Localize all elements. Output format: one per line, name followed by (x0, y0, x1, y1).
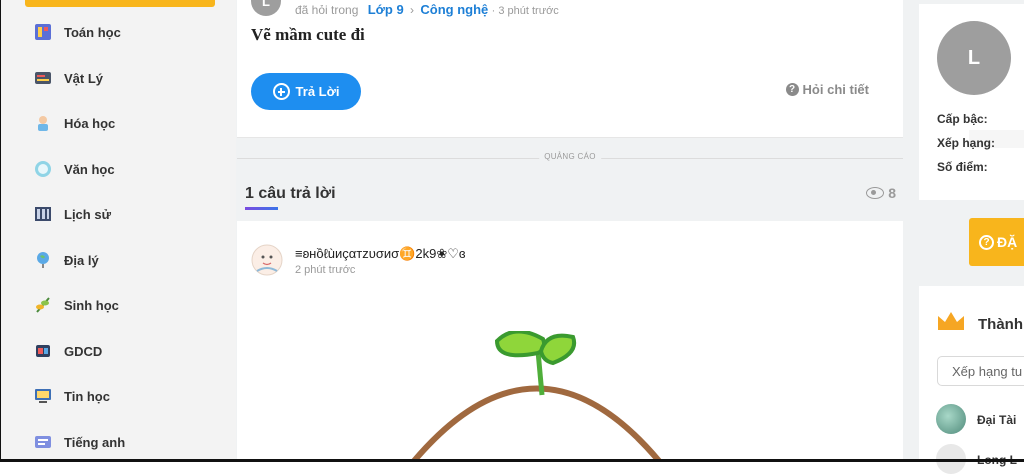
sidebar-item-math[interactable]: Toán học (33, 20, 121, 44)
answer-button[interactable]: Trả Lời (251, 73, 361, 110)
answers-header: 1 câu trả lời 8 (237, 173, 903, 219)
sidebar-item-biology[interactable]: Sinh học (33, 293, 119, 317)
grade-link[interactable]: Lớp 9 (368, 2, 404, 17)
sidebar-item-label: GDCD (64, 343, 103, 359)
position-label: Xếp hạng: (937, 136, 996, 150)
question-meta: đã hỏi trong Lớp 9 › Công nghệ · 3 phút … (295, 2, 559, 17)
ask-detail-label: Hỏi chi tiết (802, 82, 869, 97)
sidebar-item-chemistry[interactable]: Hóa học (33, 111, 115, 135)
heading-underline (245, 207, 278, 210)
math-icon (33, 22, 53, 42)
subject-sidebar: Toán học Vật Lý Hóa học Văn học Lịch sử … (1, 0, 236, 459)
sidebar-item-label: Sinh học (64, 297, 119, 313)
ad-label: QUẢNG CÁO (539, 152, 601, 161)
asked-in-text: đã hỏi trong (295, 3, 359, 17)
profile-card: L Cấp bậc: Xếp hạng: Số điểm: (919, 4, 1024, 200)
answers-count-heading: 1 câu trả lời (245, 185, 336, 202)
ask-question-button[interactable]: ? ĐẶ (969, 218, 1024, 266)
profile-avatar[interactable]: L (937, 21, 1011, 95)
chevron-right-icon: › (410, 3, 415, 17)
ranking-select[interactable]: Xếp hạng tu (937, 356, 1024, 386)
leaderboard-title: Thành (978, 316, 1023, 333)
view-count: 8 (866, 185, 896, 201)
geography-icon (33, 250, 53, 270)
sidebar-item-label: Lịch sử (64, 206, 111, 222)
chemistry-icon (33, 113, 53, 133)
sidebar-item-label: Văn học (64, 161, 115, 177)
sprout-drawing-image (411, 331, 662, 459)
sidebar-item-geography[interactable]: Địa lý (33, 248, 99, 272)
physics-icon (33, 68, 53, 88)
question-title: Vẽ mầm cute đi (251, 25, 365, 44)
question-card: L đã hỏi trong Lớp 9 › Công nghệ · 3 phú… (237, 0, 903, 138)
sidebar-item-informatics[interactable]: Tin học (33, 384, 110, 408)
sidebar-item-english[interactable]: Tiếng anh (33, 430, 125, 454)
subject-link[interactable]: Công nghệ (420, 2, 488, 17)
english-icon (33, 432, 53, 452)
crown-icon (938, 312, 964, 330)
leaderboard-card: Thành Xếp hạng tu Đại Tài Long L (919, 286, 1024, 474)
sidebar-item-label: Tin học (64, 388, 110, 404)
question-time: · 3 phút trước (491, 5, 559, 17)
ask-button-label: ĐẶ (997, 234, 1018, 250)
view-count-value: 8 (888, 185, 896, 201)
sidebar-item-label: Địa lý (64, 252, 99, 268)
plus-circle-icon (272, 83, 290, 100)
answer-card: ≡ʚнồℓùиçαтzυσиσ♊2k9❀♡ɞ 2 phút trước (237, 221, 903, 459)
literature-icon (33, 159, 53, 179)
sidebar-item-literature[interactable]: Văn học (33, 157, 115, 181)
civics-icon (33, 341, 53, 361)
history-icon (33, 204, 53, 224)
sidebar-item-civics[interactable]: GDCD (33, 339, 102, 363)
question-mark-icon: ? (785, 83, 799, 96)
sidebar-item-label: Vật Lý (64, 70, 104, 86)
leaderboard-user-name[interactable]: Đại Tài (977, 413, 1016, 427)
main-content: L đã hỏi trong Lớp 9 › Công nghệ · 3 phú… (236, 0, 919, 459)
sidebar-item-label: Tiếng anh (64, 434, 126, 450)
sidebar-item-label: Hóa học (64, 115, 116, 131)
ad-divider: QUẢNG CÁO (237, 148, 903, 168)
points-label: Số điểm: (937, 160, 988, 174)
sidebar-top-button[interactable] (25, 0, 215, 7)
informatics-icon (33, 386, 53, 406)
sidebar-item-history[interactable]: Lịch sử (33, 202, 111, 226)
answerer-name[interactable]: ≡ʚнồℓùиçαтzυσиσ♊2k9❀♡ɞ (295, 246, 465, 262)
right-sidebar: L Cấp bậc: Xếp hạng: Số điểm: ? ĐẶ Thành… (919, 0, 1024, 474)
question-circle-icon: ? (979, 234, 994, 250)
sidebar-item-label: Toán học (64, 24, 121, 40)
biology-icon (33, 295, 53, 315)
asker-avatar[interactable]: L (251, 0, 281, 16)
leaderboard-avatar[interactable] (936, 404, 966, 434)
answer-time: 2 phút trước (295, 264, 356, 276)
answer-button-label: Trả Lời (295, 84, 340, 99)
sidebar-item-physics[interactable]: Vật Lý (33, 66, 103, 90)
answerer-avatar[interactable] (251, 243, 283, 277)
rank-label: Cấp bậc: (937, 112, 988, 126)
eye-icon (866, 187, 885, 199)
ask-detail-link[interactable]: ? Hỏi chi tiết (785, 82, 869, 97)
